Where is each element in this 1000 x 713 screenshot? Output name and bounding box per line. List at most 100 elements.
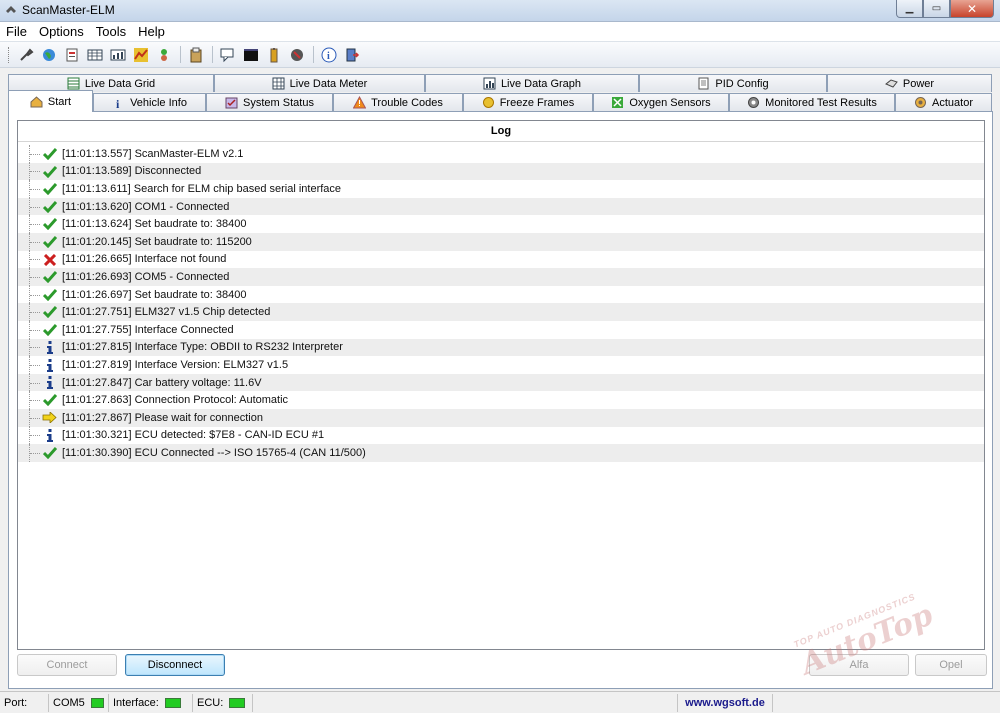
check-icon xyxy=(42,393,57,407)
log-entry[interactable]: [11:01:30.390] ECU Connected --> ISO 157… xyxy=(18,444,984,462)
start-panel: Log [11:01:13.557] ScanMaster-ELM v2.1 [1… xyxy=(8,111,993,689)
wrench-icon[interactable] xyxy=(154,45,173,64)
opel-button[interactable]: Opel xyxy=(915,654,987,676)
log-entry[interactable]: [11:01:27.847] Car battery voltage: 11.6… xyxy=(18,373,984,392)
log-entry-text: [11:01:27.867] Please wait for connectio… xyxy=(62,411,263,424)
log-entry[interactable]: [11:01:26.697] Set baudrate to: 38400 xyxy=(18,285,984,304)
tab-vehicle-info[interactable]: i Vehicle Info xyxy=(93,93,206,111)
log-entry[interactable]: [11:01:20.145] Set baudrate to: 115200 xyxy=(18,232,984,251)
tree-connector xyxy=(29,268,41,286)
website-link[interactable]: www.wgsoft.de xyxy=(685,697,765,709)
disconnect-button[interactable]: Disconnect xyxy=(125,654,225,676)
tree-connector xyxy=(29,320,41,339)
tab-label: Live Data Meter xyxy=(289,77,368,90)
interface-status: Interface: xyxy=(109,693,193,712)
log-entry-text: [11:01:30.390] ECU Connected --> ISO 157… xyxy=(62,446,366,459)
check-icon xyxy=(42,305,57,319)
tree-connector xyxy=(29,180,41,198)
meter-icon xyxy=(272,77,285,90)
tab-label: Monitored Test Results xyxy=(765,96,877,109)
log-entry[interactable]: [11:01:30.321] ECU detected: $7E8 - CAN-… xyxy=(18,426,984,445)
graph-icon xyxy=(483,77,496,90)
exit-icon[interactable] xyxy=(342,45,361,64)
log-entry[interactable]: [11:01:27.755] Interface Connected xyxy=(18,320,984,339)
tab-trouble-codes[interactable]: Trouble Codes xyxy=(333,93,463,111)
menu-help[interactable]: Help xyxy=(136,24,171,39)
log-entry[interactable]: [11:01:27.867] Please wait for connectio… xyxy=(18,408,984,427)
chat-icon[interactable] xyxy=(218,45,237,64)
log-entry[interactable]: [11:01:13.611] Search for ELM chip based… xyxy=(18,180,984,198)
tab-actuator[interactable]: Actuator xyxy=(895,93,992,111)
tree-connector xyxy=(29,408,41,427)
connect-icon[interactable] xyxy=(16,45,35,64)
tab-pid-config[interactable]: PID Config xyxy=(639,74,827,92)
log-entry-text: [11:01:13.611] Search for ELM chip based… xyxy=(62,182,342,195)
log-entry[interactable]: [11:01:27.751] ELM327 v1.5 Chip detected xyxy=(18,303,984,321)
status-icon xyxy=(225,97,238,109)
gauge-icon[interactable] xyxy=(287,45,306,64)
grid-icon[interactable] xyxy=(85,45,104,64)
terminal-icon[interactable] xyxy=(241,45,260,64)
log-view[interactable]: Log [11:01:13.557] ScanMaster-ELM v2.1 [1… xyxy=(17,120,985,650)
menu-tools[interactable]: Tools xyxy=(94,24,132,39)
check-icon xyxy=(42,323,57,337)
ecu-led xyxy=(229,697,246,708)
tab-freeze-frames[interactable]: Freeze Frames xyxy=(463,93,593,111)
tree-connector xyxy=(29,285,41,304)
log-entry-text: [11:01:13.589] Disconnected xyxy=(62,165,202,178)
log-entry[interactable]: [11:01:27.815] Interface Type: OBDII to … xyxy=(18,338,984,357)
log-entry[interactable]: [11:01:13.589] Disconnected xyxy=(18,162,984,181)
log-entry[interactable]: [11:01:27.819] Interface Version: ELM327… xyxy=(18,356,984,374)
log-entry-text: [11:01:20.145] Set baudrate to: 115200 xyxy=(62,235,252,248)
document-icon[interactable] xyxy=(62,45,81,64)
tab-label: System Status xyxy=(243,96,314,109)
info-icon xyxy=(42,376,57,390)
tree-connector xyxy=(29,215,41,233)
log-entry[interactable]: [11:01:13.624] Set baudrate to: 38400 xyxy=(18,215,984,233)
tab-start[interactable]: Start xyxy=(8,90,93,112)
website-cell: www.wgsoft.de xyxy=(678,693,773,712)
tab-oxygen-sensors[interactable]: Oxygen Sensors xyxy=(593,93,729,111)
maximize-button[interactable]: ▭ xyxy=(923,0,950,18)
info-icon[interactable]: i xyxy=(319,45,338,64)
power-icon xyxy=(884,79,898,88)
globe-icon[interactable] xyxy=(39,45,58,64)
sensor-icon xyxy=(612,97,624,108)
tab-live-data-meter[interactable]: Live Data Meter xyxy=(214,74,425,92)
tab-label: Actuator xyxy=(932,96,973,109)
log-entry-text: [11:01:27.755] Interface Connected xyxy=(62,323,234,336)
battery-icon[interactable] xyxy=(264,45,283,64)
error-x-icon xyxy=(42,253,57,267)
log-entry[interactable]: [11:01:26.665] Interface not found xyxy=(18,250,984,269)
tab-power[interactable]: Power xyxy=(827,74,992,92)
menu-options[interactable]: Options xyxy=(37,24,90,39)
grid-icon xyxy=(67,77,80,90)
minimize-button[interactable]: ▁ xyxy=(896,0,923,18)
document-icon xyxy=(698,77,709,90)
log-entry-text: [11:01:27.751] ELM327 v1.5 Chip detected xyxy=(62,306,271,319)
menu-file[interactable]: File xyxy=(4,24,33,39)
clipboard-icon[interactable] xyxy=(186,45,205,64)
meter-icon[interactable] xyxy=(108,45,127,64)
log-entry[interactable]: [11:01:13.620] COM1 - Connected xyxy=(18,197,984,216)
port-label: Port: xyxy=(0,693,49,712)
log-list: [11:01:13.557] ScanMaster-ELM v2.1 [11:01… xyxy=(18,142,984,462)
log-entry-text: [11:01:26.697] Set baudrate to: 38400 xyxy=(62,288,247,301)
tree-connector xyxy=(29,162,41,181)
close-button[interactable]: ✕ xyxy=(950,0,994,18)
tree-connector xyxy=(29,250,41,269)
connect-button[interactable]: Connect xyxy=(17,654,117,676)
alfa-button[interactable]: Alfa xyxy=(809,654,909,676)
log-entry-text: [11:01:27.815] Interface Type: OBDII to … xyxy=(62,341,343,354)
tab-monitored-test-results[interactable]: Monitored Test Results xyxy=(729,93,895,111)
log-entry[interactable]: [11:01:27.863] Connection Protocol: Auto… xyxy=(18,391,984,409)
toolbar-grip[interactable] xyxy=(8,46,11,63)
log-entry[interactable]: [11:01:13.557] ScanMaster-ELM v2.1 xyxy=(18,145,984,163)
graph-icon[interactable] xyxy=(131,45,150,64)
tab-live-data-graph[interactable]: Live Data Graph xyxy=(425,74,639,92)
tab-label: Live Data Grid xyxy=(84,77,156,90)
log-entry[interactable]: [11:01:26.693] COM5 - Connected xyxy=(18,268,984,286)
tree-connector xyxy=(29,356,41,374)
tab-system-status[interactable]: System Status xyxy=(206,93,333,111)
tree-connector xyxy=(29,303,41,321)
